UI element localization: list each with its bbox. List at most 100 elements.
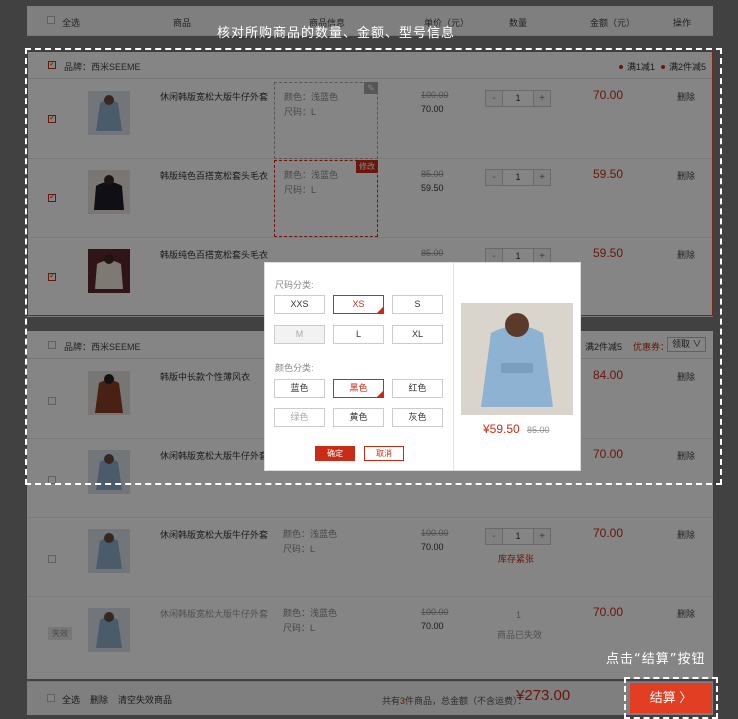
original-price: 100.00	[421, 90, 449, 100]
product-image[interactable]	[88, 170, 130, 214]
summary-prefix: 共有	[382, 696, 401, 706]
color-option[interactable]: 灰色	[392, 408, 443, 427]
summary-text: 共有3件商品，总金额（不含运费）：	[382, 694, 527, 707]
delete-link[interactable]: 删除	[677, 528, 695, 541]
col-action: 操作	[673, 18, 692, 28]
popup-product-image	[461, 303, 573, 415]
original-price: 85.00	[421, 248, 444, 258]
shop-brand[interactable]: 品牌：西米SEEME	[64, 60, 141, 73]
cancel-button[interactable]: 取消	[364, 446, 404, 461]
quantity-stepper: - 1 +	[485, 528, 551, 545]
qty-value[interactable]: 1	[502, 170, 534, 185]
product-attributes[interactable]: 颜色：浅蓝色 尺码：L	[274, 520, 378, 597]
row-total: 59.50	[593, 167, 624, 181]
sku-picker-popup: 尺码分类: XXS XS S M L XL 颜色分类: 蓝色 黑色 红色 绿色 …	[264, 262, 581, 471]
invalid-text: 商品已失效	[497, 630, 543, 640]
qty-minus-button[interactable]: -	[486, 529, 502, 544]
popup-old-price: 85.00	[527, 425, 550, 435]
color-option-selected[interactable]: 黑色	[333, 379, 384, 398]
item-checkbox[interactable]	[48, 192, 56, 202]
unit-price: 59.50	[421, 183, 444, 193]
summary-suffix: 件商品，总金额（不含运费）：	[405, 696, 527, 706]
shop-checkbox-1[interactable]	[48, 59, 56, 69]
footer-delete-link[interactable]: 删除	[90, 693, 108, 706]
qty-value: 1	[516, 610, 522, 620]
product-attributes[interactable]: 颜色：浅蓝色 尺码：L 修改	[274, 160, 378, 237]
promo-tag: 满2件减5	[577, 340, 622, 353]
product-name[interactable]: 休闲韩版宽松大版牛仔外套	[160, 90, 268, 103]
cart-total: ¥273.00	[516, 687, 571, 704]
product-name[interactable]: 韩版纯色百搭宽松套头毛衣	[160, 248, 268, 261]
item-checkbox[interactable]	[48, 113, 56, 123]
checkout-button[interactable]: 结算 〉	[630, 683, 712, 713]
qty-plus-button[interactable]: +	[534, 170, 550, 185]
product-name[interactable]: 休闲韩版宽松大版牛仔外套	[160, 528, 268, 541]
product-image[interactable]	[88, 91, 130, 135]
shop-brand[interactable]: 品牌：西米SEEME	[64, 340, 141, 353]
size-option[interactable]: XL	[392, 325, 443, 344]
product-color: 颜色：浅蓝色	[284, 92, 339, 102]
product-name[interactable]: 韩版中长款个性薄风衣	[160, 370, 250, 383]
item-checkbox[interactable]	[48, 397, 56, 405]
product-name[interactable]: 韩版纯色百搭宽松套头毛衣	[160, 169, 268, 182]
coupon-dropdown[interactable]: 领取 ∨	[667, 337, 706, 352]
product-name: 休闲韩版宽松大版牛仔外套	[160, 609, 269, 619]
size-option[interactable]: XXS	[274, 295, 325, 314]
popup-price: ¥59.50	[483, 422, 520, 436]
annotation-bottom: 点击“结算”按钮	[606, 652, 706, 667]
qty-value[interactable]: 1	[502, 529, 534, 544]
footer-select-all-label[interactable]: 全选	[62, 693, 80, 706]
row-total: 70.00	[593, 447, 624, 461]
color-option[interactable]: 蓝色	[274, 379, 325, 398]
row-total: 70.00	[593, 605, 624, 619]
item-checkbox[interactable]	[48, 555, 56, 563]
original-price: 100.00	[421, 607, 449, 617]
confirm-button[interactable]: 确定	[315, 446, 355, 461]
clear-invalid-link[interactable]: 清空失效商品	[118, 693, 172, 706]
qty-plus-button[interactable]: +	[534, 529, 550, 544]
product-name[interactable]: 休闲韩版宽松大版牛仔外套	[160, 449, 268, 462]
col-qty: 数量	[509, 18, 528, 28]
edit-pencil-icon[interactable]: ✎	[364, 82, 378, 94]
delete-link[interactable]: 删除	[677, 248, 695, 261]
product-attributes: 颜色：浅蓝色 尺码：L	[274, 599, 378, 676]
item-checkbox[interactable]	[48, 271, 56, 281]
stock-warning: 库存紧张	[498, 554, 535, 564]
invalid-badge: 失效	[48, 627, 72, 640]
qty-value[interactable]: 1	[502, 91, 534, 106]
size-option[interactable]: S	[392, 295, 443, 314]
product-image[interactable]	[88, 450, 130, 494]
size-option[interactable]: L	[333, 325, 384, 344]
unit-price: 70.00	[421, 621, 444, 631]
footer-select-all-checkbox[interactable]	[47, 694, 55, 702]
row-total: 84.00	[593, 368, 624, 382]
color-option[interactable]: 红色	[392, 379, 443, 398]
unit-price: 70.00	[421, 104, 444, 114]
cart-row: 休闲韩版宽松大版牛仔外套 颜色：浅蓝色 尺码：L 100.00 70.00 - …	[27, 518, 713, 597]
popup-divider	[453, 263, 454, 470]
delete-link[interactable]: 删除	[677, 449, 695, 462]
delete-link[interactable]: 删除	[677, 607, 695, 620]
product-color: 颜色：浅蓝色	[283, 608, 338, 618]
edit-badge[interactable]: 修改	[356, 160, 378, 173]
color-option[interactable]: 绿色	[274, 408, 325, 427]
shop-checkbox-2[interactable]	[48, 341, 56, 349]
item-checkbox[interactable]	[48, 476, 56, 484]
qty-plus-button[interactable]: +	[534, 91, 550, 106]
col-product: 商品	[173, 18, 192, 28]
product-attributes[interactable]: 颜色：浅蓝色 尺码：L ✎	[274, 82, 378, 159]
annotation-top: 核对所购商品的数量、金额、型号信息	[217, 26, 456, 41]
delete-link[interactable]: 删除	[677, 370, 695, 383]
original-price: 85.00	[421, 169, 444, 179]
product-image[interactable]	[88, 249, 130, 293]
delete-link[interactable]: 删除	[677, 169, 695, 182]
product-image[interactable]	[88, 529, 130, 573]
coupon-label: 优惠券：	[633, 342, 670, 352]
size-option-selected[interactable]: XS	[333, 295, 384, 314]
delete-link[interactable]: 删除	[677, 90, 695, 103]
qty-minus-button[interactable]: -	[486, 91, 502, 106]
qty-minus-button[interactable]: -	[486, 170, 502, 185]
product-image[interactable]	[88, 371, 130, 415]
select-all-checkbox[interactable]	[47, 16, 55, 24]
color-option[interactable]: 黄色	[333, 408, 384, 427]
